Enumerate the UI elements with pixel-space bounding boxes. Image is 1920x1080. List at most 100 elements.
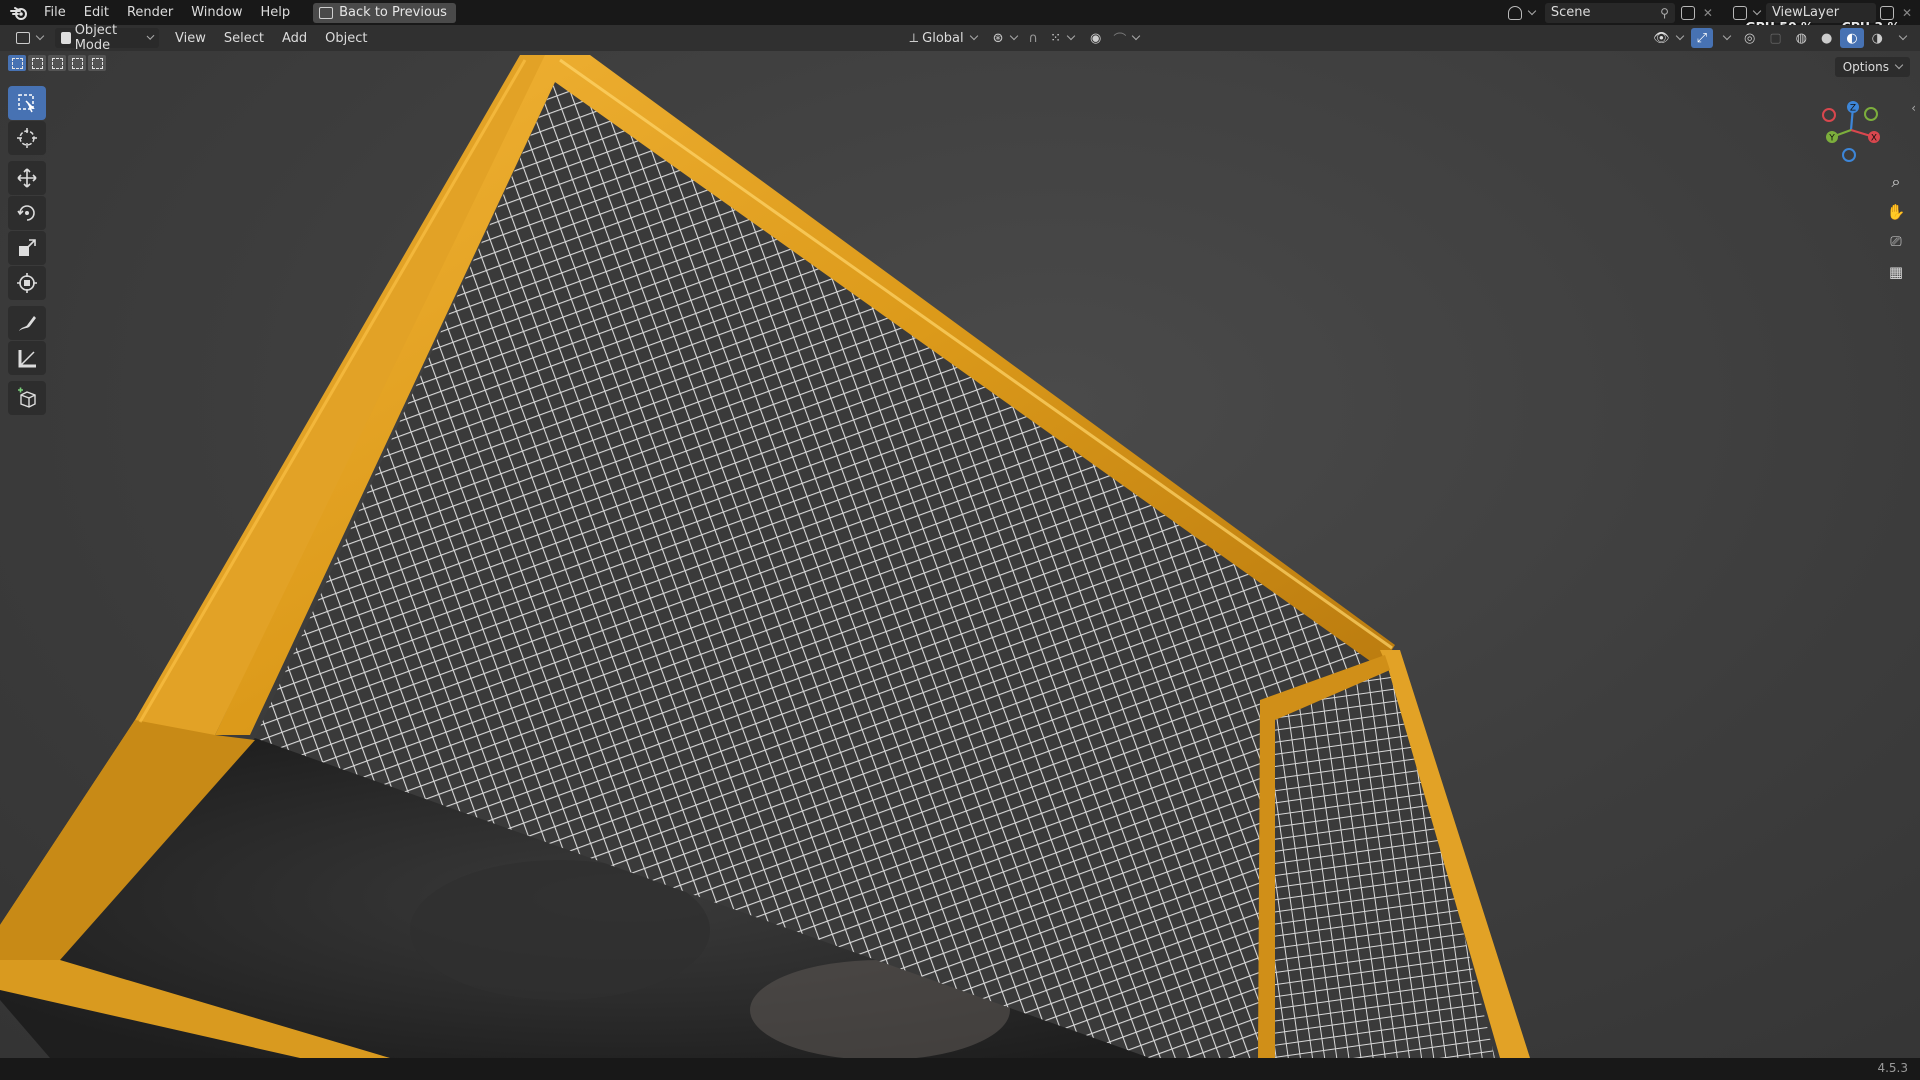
close-scene-icon[interactable]: ✕ [1703,6,1713,20]
material-shading-button[interactable]: ◐ [1840,28,1864,48]
screen-back-icon [319,6,334,19]
tool-shelf [8,86,46,416]
editor-type-button[interactable] [10,28,49,48]
scene-type-button[interactable] [1502,3,1541,23]
object-mode-icon [61,32,71,44]
viewport-options-button[interactable]: Options [1834,57,1910,77]
wireframe-shading-button[interactable]: ◍ [1790,28,1813,48]
select-mode-buttons [8,55,106,71]
gizmo-neg-y-axis[interactable] [1864,107,1878,121]
select-mode-intersect-button[interactable] [88,55,106,71]
snap-toggle[interactable]: ∩ [1023,28,1045,48]
select-box-icon [18,94,35,113]
gizmo-dropdown[interactable] [1715,28,1736,48]
transform-icon [17,273,37,293]
pivot-point-dropdown[interactable]: ⊛ [987,28,1023,48]
select-box-tool[interactable] [8,86,46,120]
object-mode-dropdown[interactable]: Object Mode [55,23,159,53]
chevron-down-icon [1009,31,1018,41]
move-icon [17,168,37,188]
gizmo-neg-x-axis[interactable] [1822,108,1836,122]
shading-dropdown[interactable] [1891,28,1912,48]
pan-button[interactable]: ✋ [1882,198,1910,226]
menu-edit[interactable]: Edit [75,0,118,25]
select-mode-new-button[interactable] [8,55,26,71]
blender-logo-icon[interactable] [9,3,29,23]
header-menu-object[interactable]: Object [319,28,373,48]
rotate-tool[interactable] [8,196,46,230]
cursor-tool[interactable] [8,121,46,155]
menu-render[interactable]: Render [118,0,182,25]
chevron-down-icon [1898,31,1908,41]
overlay-toggle[interactable]: ◎ [1738,28,1761,48]
view-layer-name: ViewLayer [1771,5,1840,20]
select-mode-extend-button[interactable] [28,55,46,71]
scene-render [0,55,1530,1058]
header-menu-add[interactable]: Add [276,28,313,48]
move-tool[interactable] [8,161,46,195]
header-menu-select[interactable]: Select [218,28,270,48]
gizmo-toggle[interactable]: ⤢ [1690,28,1713,48]
new-view-layer-icon[interactable] [1879,5,1894,20]
annotate-tool[interactable] [8,306,46,340]
zoom-button[interactable]: ⌕ [1882,168,1910,196]
close-view-layer-icon[interactable]: ✕ [1902,6,1912,20]
perspective-toggle-button[interactable]: ▦ [1882,258,1910,286]
scale-icon [19,239,36,256]
rotate-icon [17,205,35,221]
header-menu-view[interactable]: View [169,28,212,48]
snap-target-dropdown[interactable]: ⁙ [1044,28,1080,48]
gizmo-neg-z-axis[interactable] [1842,148,1856,162]
3d-viewport[interactable]: Options ‹ Z X Y ⌕ ✋ ⎚ ▦ [0,51,1920,1058]
scene-selector[interactable]: Scene ⚲ [1544,2,1675,23]
editor-type-icon [16,32,30,44]
orientation-icon: ⟂ [909,30,919,46]
pin-icon[interactable]: ⚲ [1660,6,1669,20]
xray-toggle[interactable]: ▢ [1763,28,1787,48]
snap-grid-icon: ⁙ [1050,30,1061,46]
rendered-shading-button[interactable]: ◑ [1866,28,1889,48]
back-to-previous-label: Back to Previous [339,5,447,20]
chevron-down-icon [1527,6,1537,15]
viewport-header: Object Mode View Select Add Object ⟂ Glo… [0,23,1920,53]
wireframe-sphere-icon: ◍ [1795,30,1807,46]
chevron-down-icon [1894,60,1904,70]
sidebar-toggle-icon[interactable]: ‹ [1911,101,1916,115]
add-cube-tool[interactable] [8,381,46,415]
measure-tool[interactable] [8,341,46,375]
camera-view-button[interactable]: ⎚ [1882,228,1910,256]
menu-window[interactable]: Window [182,0,251,25]
menu-help[interactable]: Help [252,0,300,25]
proportional-edit-toggle[interactable]: ◉ [1084,28,1107,48]
menu-file[interactable]: File [35,0,75,25]
pivot-icon: ⊛ [992,30,1004,46]
chevron-down-icon [1132,31,1141,41]
axis-navigation-gizmo[interactable]: Z X Y [1816,95,1886,165]
eye-icon: 👁 [1653,30,1670,46]
cursor-icon [17,128,37,148]
chevron-down-icon [1722,31,1732,41]
chevron-down-icon [146,32,155,40]
falloff-dropdown[interactable]: ⌒ [1107,28,1145,48]
overlay-icon: ◎ [1743,30,1756,46]
status-bar: 4.5.3 [0,1058,1920,1080]
chevron-down-icon [35,31,45,41]
chevron-down-icon [1066,31,1076,41]
scene-icon [1507,5,1522,20]
navigation-tools: ⌕ ✋ ⎚ ▦ [1882,168,1910,288]
select-mode-subtract-button[interactable] [48,55,66,71]
magnet-icon: ∩ [1028,30,1039,46]
scale-tool[interactable] [8,231,46,265]
solid-shading-button[interactable]: ● [1815,28,1838,48]
camera-icon: ⎚ [1890,234,1902,250]
new-scene-icon[interactable] [1680,5,1695,20]
transform-orientation-dropdown[interactable]: ⟂ Global [903,28,982,48]
gizmo-y-label: Y [1828,134,1835,144]
solid-sphere-icon: ● [1820,30,1833,46]
visibility-dropdown[interactable]: 👁 [1647,28,1689,48]
grid-perspective-icon: ▦ [1888,263,1904,281]
blender-version: 4.5.3 [1877,1061,1908,1075]
transform-tool[interactable] [8,266,46,300]
back-to-previous-button[interactable]: Back to Previous [313,2,456,23]
select-mode-invert-button[interactable] [68,55,86,71]
